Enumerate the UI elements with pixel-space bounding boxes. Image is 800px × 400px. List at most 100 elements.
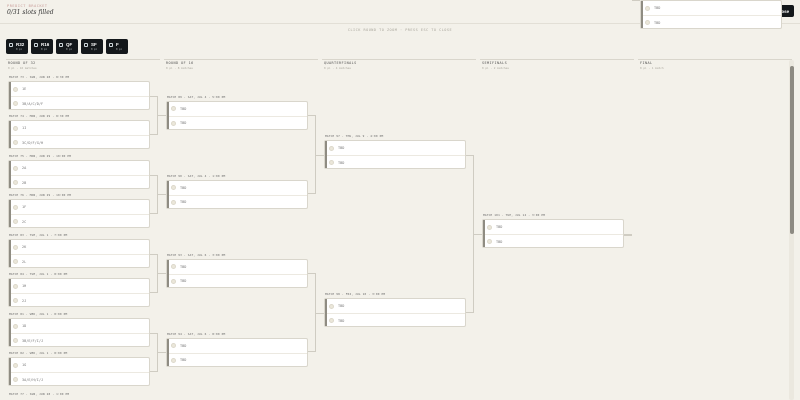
- bracket-connector: [308, 273, 316, 352]
- team-flag-icon: [171, 106, 176, 111]
- column-header-5[interactable]: FINAL 0 pi · 1 match: [638, 59, 792, 71]
- column-header-1[interactable]: ROUND OF 32 0 pi · 16 matches: [6, 59, 160, 71]
- match-card[interactable]: 2K 2L: [8, 239, 150, 268]
- team-slot[interactable]: TBD: [325, 299, 465, 313]
- match-card[interactable]: 1D 3B/E/F/I/J: [8, 318, 150, 347]
- team-flag-icon: [13, 165, 18, 171]
- team-name: TBD: [180, 106, 187, 111]
- match-card[interactable]: 1H 2J: [8, 278, 150, 307]
- team-slot[interactable]: 3B/A/C/D/F: [9, 97, 149, 111]
- team-slot[interactable]: 2C: [9, 215, 149, 229]
- team-slot[interactable]: TBD: [483, 220, 623, 234]
- team-name: TBD: [496, 225, 503, 229]
- match-label: MATCH 84 · TUE, JUL 1 · 8:00 PM: [9, 272, 68, 276]
- team-slot[interactable]: 2J: [9, 294, 149, 308]
- round-chip[interactable]: QF 0 pi: [56, 39, 78, 54]
- team-flag-icon: [645, 5, 650, 11]
- team-slot[interactable]: TBD: [641, 16, 781, 30]
- team-slot[interactable]: TBD: [325, 314, 465, 328]
- team-slot[interactable]: 3B/E/F/I/J: [9, 334, 149, 348]
- team-slot[interactable]: TBD: [167, 102, 307, 116]
- team-flag-icon: [13, 219, 18, 224]
- match-card[interactable]: TBD TBD: [166, 258, 308, 288]
- team-slot[interactable]: 2B: [9, 176, 149, 190]
- team-name: TBD: [180, 358, 187, 362]
- trophy-icon: [9, 43, 13, 47]
- team-flag-icon: [13, 86, 18, 92]
- bracket-connector: [158, 115, 166, 116]
- column-header-3[interactable]: QUARTERFINALS 0 pi · 4 matches: [322, 59, 476, 71]
- team-name: 1G: [22, 363, 27, 367]
- match-card[interactable]: TBD TBD: [482, 219, 624, 248]
- team-slot[interactable]: TBD: [167, 339, 307, 353]
- team-slot[interactable]: TBD: [167, 260, 307, 274]
- match-label: MATCH 77 · SUN, JUN 28 · 1:00 PM: [9, 392, 70, 396]
- team-slot[interactable]: TBD: [167, 116, 307, 130]
- team-slot[interactable]: 3A/E/H/I/J: [9, 373, 149, 387]
- match-card[interactable]: 1G 3A/E/H/I/J: [8, 357, 150, 386]
- column-title: QUARTERFINALS: [324, 61, 357, 65]
- round-chip-points: 0 pi: [41, 47, 48, 51]
- match-label: MATCH 74 · MON, JUN 29 · 8:30 PM: [9, 114, 70, 118]
- round-chip-points: 0 pi: [16, 47, 23, 51]
- match-card[interactable]: 2A 2B: [8, 160, 150, 189]
- team-slot[interactable]: TBD: [325, 141, 465, 155]
- round-chip[interactable]: SF 0 pi: [81, 39, 103, 54]
- match-card[interactable]: TBD TBD: [324, 140, 466, 169]
- team-slot[interactable]: 3C/D/F/G/H: [9, 136, 149, 150]
- bracket-connector: [158, 194, 166, 195]
- scrollbar-thumb[interactable]: [789, 66, 794, 234]
- team-flag-icon: [13, 338, 18, 343]
- team-slot[interactable]: TBD: [167, 353, 307, 367]
- team-slot[interactable]: 2K: [9, 240, 149, 254]
- column-meta: 0 pi · 1 match: [640, 66, 664, 70]
- team-slot[interactable]: 1I: [9, 121, 149, 135]
- match-card[interactable]: 1E 3B/A/C/D/F: [8, 81, 150, 110]
- team-flag-icon: [13, 298, 18, 303]
- bracket-connector: [158, 352, 166, 353]
- eyebrow-label: PREDICT BRACKET: [7, 4, 48, 8]
- team-slot[interactable]: 1E: [9, 82, 149, 96]
- team-slot[interactable]: TBD: [325, 156, 465, 170]
- bracket-connector: [632, 0, 640, 1]
- match-card[interactable]: 1I 3C/D/F/G/H: [8, 120, 150, 149]
- team-name: 1I: [22, 126, 27, 130]
- round-chip[interactable]: R16 0 pi: [31, 39, 53, 54]
- team-slot[interactable]: 2L: [9, 255, 149, 269]
- match-label: MATCH 97 · THU, JUL 9 · 4:00 PM: [325, 134, 384, 138]
- team-slot[interactable]: TBD: [483, 235, 623, 249]
- bracket-connector: [624, 233, 632, 236]
- round-chip[interactable]: F0 pi: [106, 39, 128, 54]
- team-slot[interactable]: 1D: [9, 319, 149, 333]
- round-chip-points: 0 pi: [66, 47, 73, 51]
- team-flag-icon: [13, 204, 18, 210]
- match-card[interactable]: TBD TBD: [324, 298, 466, 327]
- match-card[interactable]: TBD TBD: [640, 0, 782, 29]
- team-slot[interactable]: 1H: [9, 279, 149, 293]
- match-label: MATCH 81 · WED, JUL 1 · 8:00 PM: [9, 312, 68, 316]
- column-header-4[interactable]: SEMIFINALS 0 pi · 2 matches: [480, 59, 634, 71]
- round-chip-code: SF: [91, 41, 97, 47]
- match-card[interactable]: TBD TBD: [166, 100, 308, 130]
- page-title: 0/31 slots filled: [7, 9, 54, 16]
- team-name: 2A: [22, 166, 27, 170]
- column-title: ROUND OF 16: [166, 61, 194, 65]
- round-chip-points: 0 pi: [91, 47, 98, 51]
- team-slot[interactable]: 1G: [9, 358, 149, 372]
- match-card[interactable]: TBD TBD: [166, 179, 308, 209]
- team-slot[interactable]: TBD: [167, 181, 307, 195]
- team-name: TBD: [496, 239, 503, 244]
- team-slot[interactable]: 2A: [9, 161, 149, 175]
- team-slot[interactable]: TBD: [167, 195, 307, 209]
- team-slot[interactable]: TBD: [641, 1, 781, 15]
- match-card[interactable]: 1F 2C: [8, 199, 150, 228]
- team-slot[interactable]: TBD: [167, 274, 307, 288]
- team-flag-icon: [171, 120, 176, 126]
- bracket-connector: [150, 174, 158, 214]
- round-chip[interactable]: R32 0 pi: [6, 39, 28, 54]
- team-slot[interactable]: 1F: [9, 200, 149, 214]
- column-title: FINAL: [640, 61, 653, 65]
- column-header-2[interactable]: ROUND OF 16 0 pi · 8 matches: [164, 59, 318, 71]
- bracket-connector: [150, 253, 158, 293]
- match-card[interactable]: TBD TBD: [166, 337, 308, 367]
